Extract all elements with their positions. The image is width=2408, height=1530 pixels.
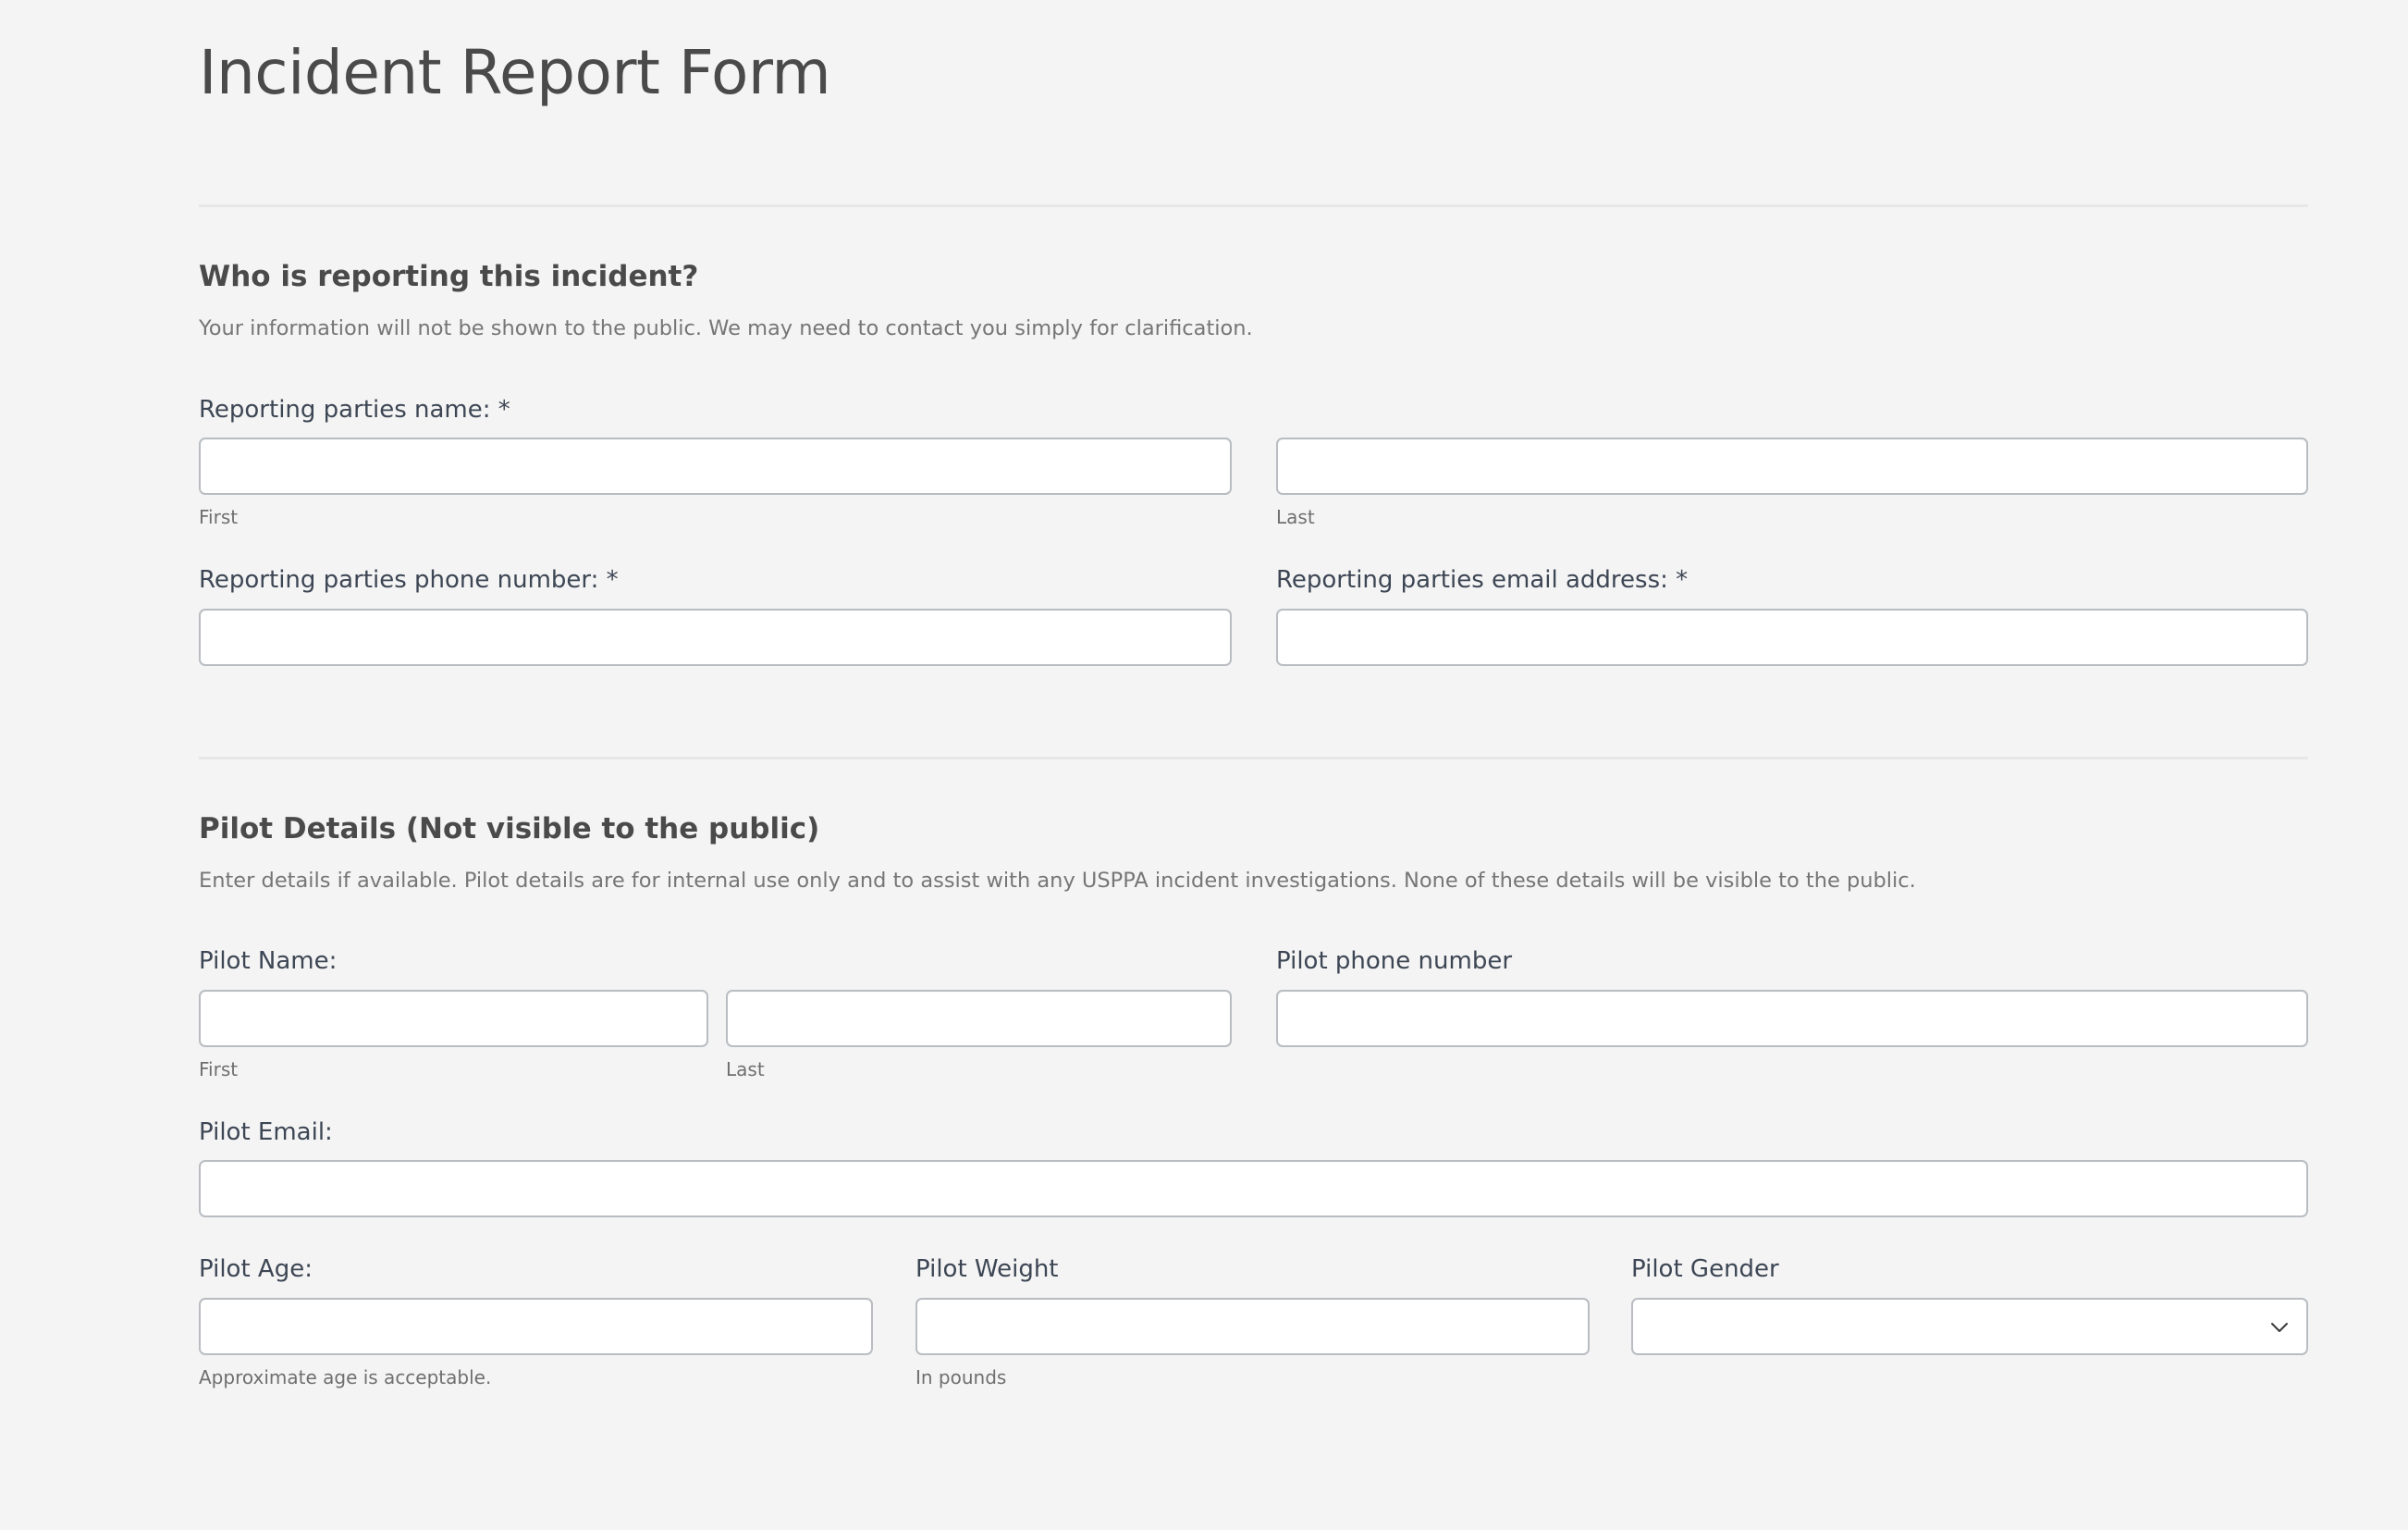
pilot-gender-label: Pilot Gender [1631, 1255, 1779, 1284]
reporting-first-name-sublabel: First [199, 506, 239, 529]
pilot-first-name-input[interactable] [199, 989, 708, 1047]
reporting-first-name-input[interactable] [199, 438, 1232, 496]
title-spacer [199, 105, 2322, 204]
reporting-email-group: Reporting parties email address: * [1276, 565, 2308, 666]
pilot-email-row: Pilot Email: [199, 1117, 2322, 1218]
reporting-phone-group: Reporting parties phone number: * [199, 565, 1232, 666]
pilot-name-row: Pilot Name: First Last Pilot phone numbe… [199, 946, 2322, 1080]
reporting-first-name-group: Reporting parties name: * First [199, 395, 1232, 529]
reporting-name-row: Reporting parties name: * First Last [199, 395, 2322, 529]
reporting-last-name-sublabel: Last [1276, 506, 1315, 529]
pilot-last-name-sublabel: Last [726, 1057, 765, 1080]
section-description-reporter: Your information will not be shown to th… [199, 316, 1253, 341]
pilot-weight-label: Pilot Weight [915, 1255, 1059, 1284]
reporting-name-label: Reporting parties name: * [199, 395, 510, 424]
pilot-gender-select[interactable] [1631, 1297, 2308, 1355]
pilot-age-label: Pilot Age: [199, 1255, 313, 1284]
reporting-name-label-spacer [1276, 395, 2308, 426]
pilot-age-group: Pilot Age: Approximate age is acceptable… [199, 1254, 873, 1388]
pilot-gender-group: Pilot Gender [1631, 1254, 2308, 1355]
reporting-email-label: Reporting parties email address: * [1276, 566, 1689, 595]
reporting-last-name-group: Last [1276, 395, 2308, 529]
pilot-name-label-spacer [726, 946, 1232, 977]
section-heading-pilot: Pilot Details (Not visible to the public… [199, 811, 820, 845]
pilot-gender-select-wrapper [1631, 1297, 2308, 1355]
pilot-last-name-group: Last [726, 946, 1232, 1080]
section-heading-reporter: Who is reporting this incident? [199, 260, 699, 294]
reporting-email-input[interactable] [1276, 608, 2308, 666]
form-page: Incident Report Form Who is reporting th… [0, 0, 2408, 1530]
pilot-phone-label: Pilot phone number [1276, 947, 1513, 976]
pilot-weight-hint: In pounds [915, 1365, 1007, 1388]
pilot-weight-group: Pilot Weight In pounds [915, 1254, 1590, 1388]
pilot-age-input[interactable] [199, 1297, 873, 1355]
pilot-phone-group: Pilot phone number [1276, 946, 2308, 1047]
pilot-weight-input[interactable] [915, 1297, 1590, 1355]
pilot-first-name-sublabel: First [199, 1057, 239, 1080]
pilot-stats-row: Pilot Age: Approximate age is acceptable… [199, 1254, 2322, 1388]
section-description-pilot: Enter details if available. Pilot detail… [199, 869, 1916, 894]
reporting-contact-row: Reporting parties phone number: * Report… [199, 565, 2322, 666]
pilot-email-label: Pilot Email: [199, 1117, 333, 1146]
pilot-name-label: Pilot Name: [199, 947, 338, 976]
pilot-phone-input[interactable] [1276, 989, 2308, 1047]
pilot-first-name-group: Pilot Name: First [199, 946, 708, 1080]
pilot-email-group: Pilot Email: [199, 1117, 2308, 1218]
pilot-age-hint: Approximate age is acceptable. [199, 1365, 492, 1388]
reporting-phone-label: Reporting parties phone number: * [199, 566, 619, 595]
reporting-phone-input[interactable] [199, 608, 1232, 666]
pilot-last-name-input[interactable] [726, 989, 1232, 1047]
reporting-last-name-input[interactable] [1276, 438, 2308, 496]
form-container: Incident Report Form Who is reporting th… [199, 0, 2322, 1388]
pilot-email-input[interactable] [199, 1160, 2308, 1218]
page-title: Incident Report Form [199, 37, 831, 108]
